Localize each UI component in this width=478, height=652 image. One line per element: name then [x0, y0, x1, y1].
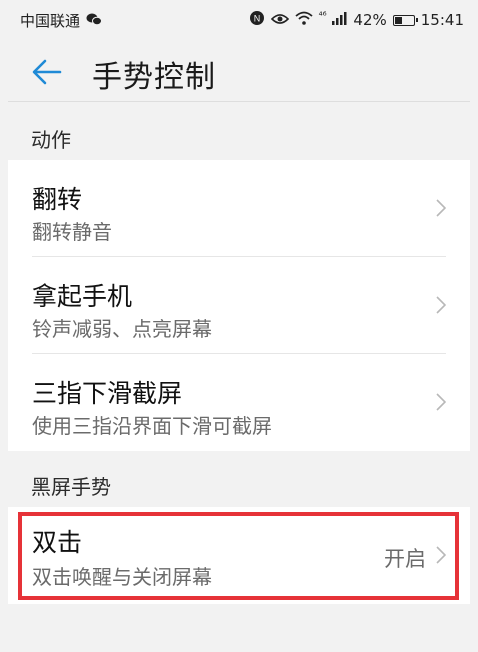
- status-bar: 中国联通 N ⁴⁶ 42% 15:41: [0, 0, 478, 38]
- page-title: 手势控制: [92, 60, 216, 95]
- list-item-title: 双击: [32, 528, 83, 557]
- network-type: ⁴⁶: [318, 11, 327, 22]
- list-item-double-tap[interactable]: 双击 双击唤醒与关闭屏幕 开启: [8, 507, 470, 604]
- screen-off-panel: 双击 双击唤醒与关闭屏幕 开启: [8, 507, 470, 604]
- battery-icon: [392, 14, 418, 26]
- eye-icon: [270, 11, 289, 29]
- list-item-three-finger-screenshot[interactable]: 三指下滑截屏 使用三指沿界面下滑可截屏: [8, 354, 470, 451]
- setting-value: 开启: [384, 547, 426, 571]
- list-item-title: 翻转: [32, 185, 83, 214]
- svg-text:N: N: [253, 14, 260, 24]
- back-arrow-icon[interactable]: [30, 57, 64, 87]
- list-item-subtitle: 翻转静音: [32, 220, 112, 244]
- nfc-icon: N: [249, 10, 265, 30]
- status-right: N ⁴⁶ 42% 15:41: [249, 10, 464, 30]
- actions-panel: 翻转 翻转静音 拿起手机 铃声减弱、点亮屏幕 三指下滑截屏 使用三指沿界面下滑可…: [8, 160, 470, 451]
- status-left: 中国联通: [20, 10, 103, 31]
- battery-percent: 42%: [353, 11, 387, 29]
- list-item-subtitle: 铃声减弱、点亮屏幕: [32, 317, 212, 341]
- clock: 15:41: [420, 11, 464, 29]
- list-item-title: 三指下滑截屏: [32, 379, 183, 408]
- signal-icon: ⁴⁶: [319, 11, 348, 29]
- wifi-icon: [295, 11, 313, 29]
- chevron-right-icon: [436, 393, 447, 411]
- section-header-actions: 动作: [31, 128, 71, 152]
- app-header: 手势控制: [0, 38, 478, 108]
- list-item-title: 拿起手机: [32, 282, 133, 311]
- chevron-right-icon: [436, 296, 447, 314]
- carrier-label: 中国联通: [20, 12, 81, 30]
- wechat-icon: [86, 12, 103, 30]
- list-item-pickup[interactable]: 拿起手机 铃声减弱、点亮屏幕: [8, 257, 470, 354]
- list-item-subtitle: 使用三指沿界面下滑可截屏: [32, 414, 272, 438]
- list-item-subtitle: 双击唤醒与关闭屏幕: [32, 565, 212, 589]
- header-divider: [8, 101, 470, 102]
- list-item-flip[interactable]: 翻转 翻转静音: [8, 160, 470, 257]
- section-header-screen-off-gestures: 黑屏手势: [31, 475, 111, 499]
- chevron-right-icon: [436, 199, 447, 217]
- chevron-right-icon: [436, 546, 447, 564]
